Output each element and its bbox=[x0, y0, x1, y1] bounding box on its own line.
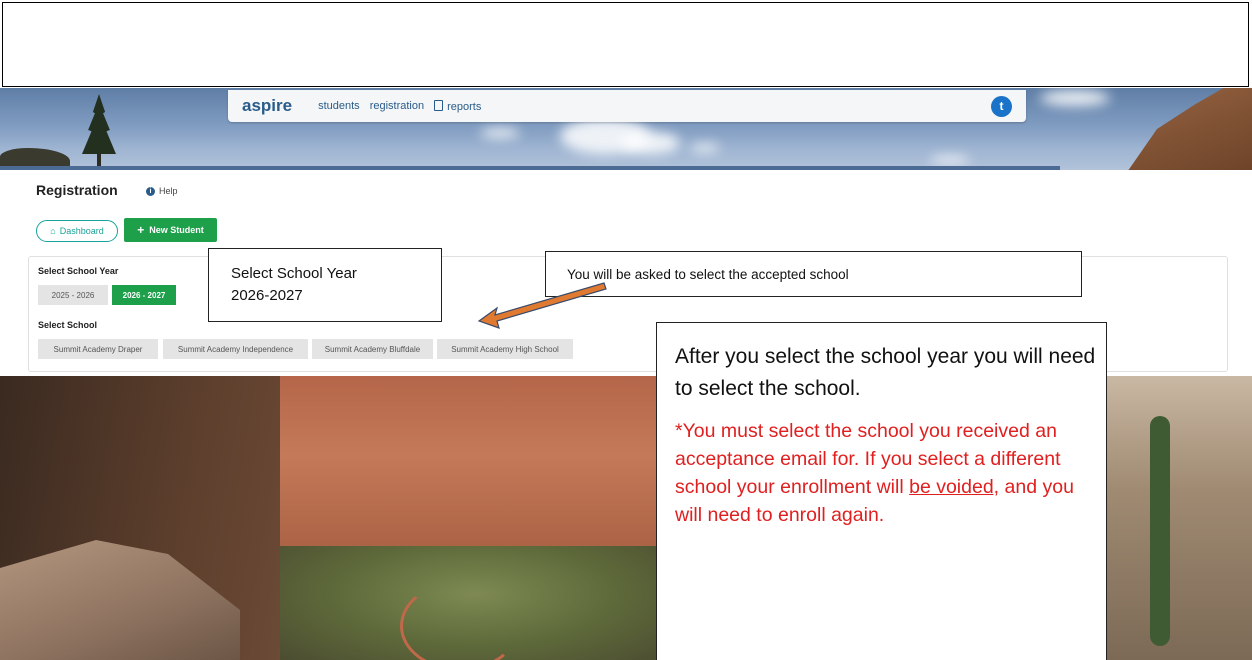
document-icon bbox=[434, 99, 444, 111]
warning-text-underlined: be voided, bbox=[909, 476, 1000, 498]
dashboard-button[interactable]: ⌂ Dashboard bbox=[36, 220, 118, 242]
home-icon: ⌂ bbox=[50, 226, 56, 236]
school-option-high-school[interactable]: Summit Academy High School bbox=[437, 339, 573, 359]
brand-logo[interactable]: aspire bbox=[242, 96, 292, 116]
accepted-school-callout: You will be asked to select the accepted… bbox=[545, 251, 1082, 297]
page-title: Registration bbox=[36, 182, 118, 198]
school-year-option-2026-2027[interactable]: 2026 - 2027 bbox=[112, 285, 176, 305]
school-year-option-2025-2026[interactable]: 2025 - 2026 bbox=[38, 285, 108, 305]
instruction-text: After you select the school year you wil… bbox=[675, 345, 1096, 400]
school-option-independence[interactable]: Summit Academy Independence bbox=[163, 339, 308, 359]
accepted-school-callout-text: You will be asked to select the accepted… bbox=[567, 267, 849, 282]
user-avatar[interactable]: t bbox=[991, 96, 1012, 117]
nav-link-reports[interactable]: reports bbox=[434, 99, 482, 113]
nav-link-students[interactable]: students bbox=[318, 100, 360, 112]
info-icon: i bbox=[146, 186, 155, 196]
school-option-bluffdale[interactable]: Summit Academy Bluffdale bbox=[312, 339, 433, 359]
school-year-callout: Select School Year 2026-2027 bbox=[208, 248, 442, 322]
school-year-callout-line2: 2026-2027 bbox=[231, 287, 303, 304]
new-student-button-label: New Student bbox=[149, 225, 204, 235]
help-link[interactable]: i Help bbox=[146, 186, 178, 196]
top-navbar: aspire students registration reports t bbox=[228, 90, 1026, 122]
new-student-button[interactable]: + New Student bbox=[124, 218, 217, 242]
top-annotation-box bbox=[2, 2, 1249, 87]
school-year-callout-line1: Select School Year bbox=[231, 265, 357, 282]
help-label: Help bbox=[159, 186, 178, 196]
nav-link-reports-label: reports bbox=[447, 100, 482, 113]
warning-text: *You must select the school you received… bbox=[675, 417, 1106, 529]
nav-link-registration[interactable]: registration bbox=[370, 100, 424, 112]
dashboard-button-label: Dashboard bbox=[59, 226, 104, 236]
instruction-callout: After you select the school year you wil… bbox=[656, 322, 1107, 660]
school-option-draper[interactable]: Summit Academy Draper bbox=[38, 339, 158, 359]
school-label: Select School bbox=[38, 320, 98, 330]
plus-icon: + bbox=[137, 223, 145, 237]
school-year-label: Select School Year bbox=[38, 266, 119, 276]
